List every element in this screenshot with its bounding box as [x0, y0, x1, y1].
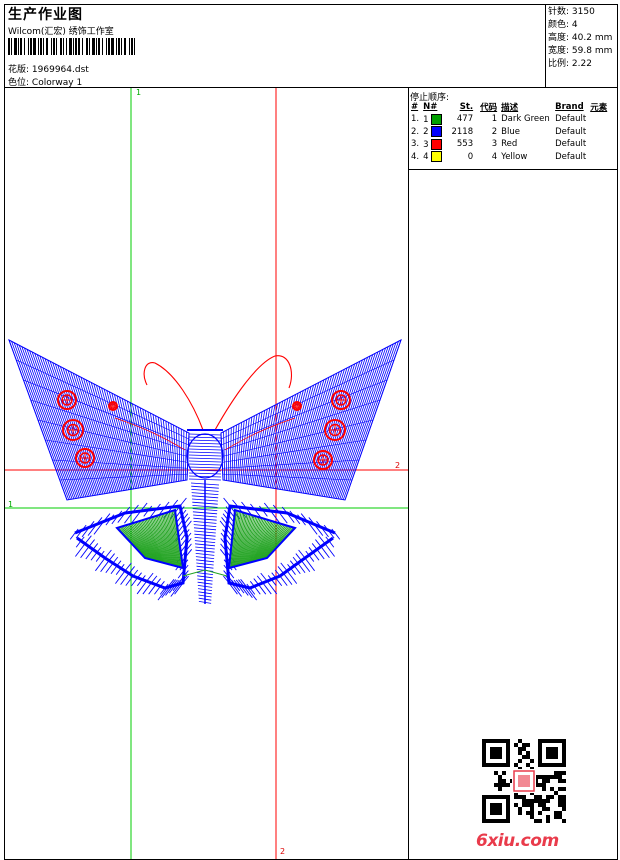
col-needle: N#: [423, 102, 438, 112]
stat-height: 高度: 40.2 mm: [548, 33, 613, 43]
col-stitches: St.: [459, 102, 474, 112]
guide-label-red-bottom: 2: [280, 847, 286, 856]
wing-upper-right: [220, 338, 402, 501]
stat-width: 宽度: 59.8 mm: [548, 46, 613, 56]
butterfly-design: [8, 338, 402, 604]
stop-sequence-table: # N# St. 代码 描述 Brand 元素 1. 1 477 1 Dark …: [409, 101, 609, 163]
design-value: 1969964.dst: [31, 65, 89, 75]
guide-label-green-left: 1: [8, 500, 14, 509]
col-brand: Brand: [555, 102, 584, 112]
table-row: 4. 4 0 4 Yellow Default: [411, 151, 587, 163]
colorway-label: 色位:: [8, 78, 30, 88]
antenna-right: [214, 355, 293, 431]
col-code: 代码: [480, 103, 498, 113]
table-row: 1. 1 477 1 Dark Green Default: [411, 113, 587, 125]
colorway: 色位: Colorway 1: [8, 75, 82, 88]
col-description: 描述: [501, 103, 519, 113]
color-swatch: [431, 113, 443, 125]
antenna-left: [143, 362, 204, 431]
qr-code: [482, 739, 566, 823]
barcode: [8, 38, 135, 55]
company-name: Wilcom(汇宏) 绣饰工作室: [8, 27, 114, 37]
stat-colors: 颜色: 4: [548, 20, 578, 30]
guide-label-red-right: 2: [395, 461, 401, 470]
butterfly-body: [186, 429, 224, 604]
design-label: 花版:: [8, 65, 30, 75]
wing-upper-left: [8, 338, 190, 501]
stats-list: 针数: 3150 颜色: 4 高度: 40.2 mm 宽度: 59.8 mm 比…: [548, 6, 612, 71]
stat-stitches: 针数: 3150: [548, 7, 595, 17]
color-swatch: [431, 138, 443, 150]
color-swatch: [431, 126, 443, 138]
color-swatch: [431, 151, 443, 163]
table-header-row: # N# St. 代码 描述 Brand 元素: [409, 101, 609, 113]
table-row: 3. 3 553 3 Red Default: [411, 138, 587, 150]
page-title: 生产作业图: [8, 7, 83, 23]
table-row: 2. 2 2118 2 Blue Default: [411, 126, 587, 138]
col-index: #: [411, 102, 419, 112]
design-file: 花版: 1969964.dst: [8, 62, 89, 75]
col-element: 元素: [590, 103, 608, 113]
guide-label-green-top: 1: [136, 88, 142, 97]
wing-lower-right: [219, 497, 341, 601]
colorway-value: Colorway 1: [31, 78, 83, 88]
embroidery-preview: [5, 88, 408, 859]
stat-scale: 比例: 2.22: [548, 59, 592, 69]
watermark-site: 6xiu.com: [476, 831, 559, 851]
